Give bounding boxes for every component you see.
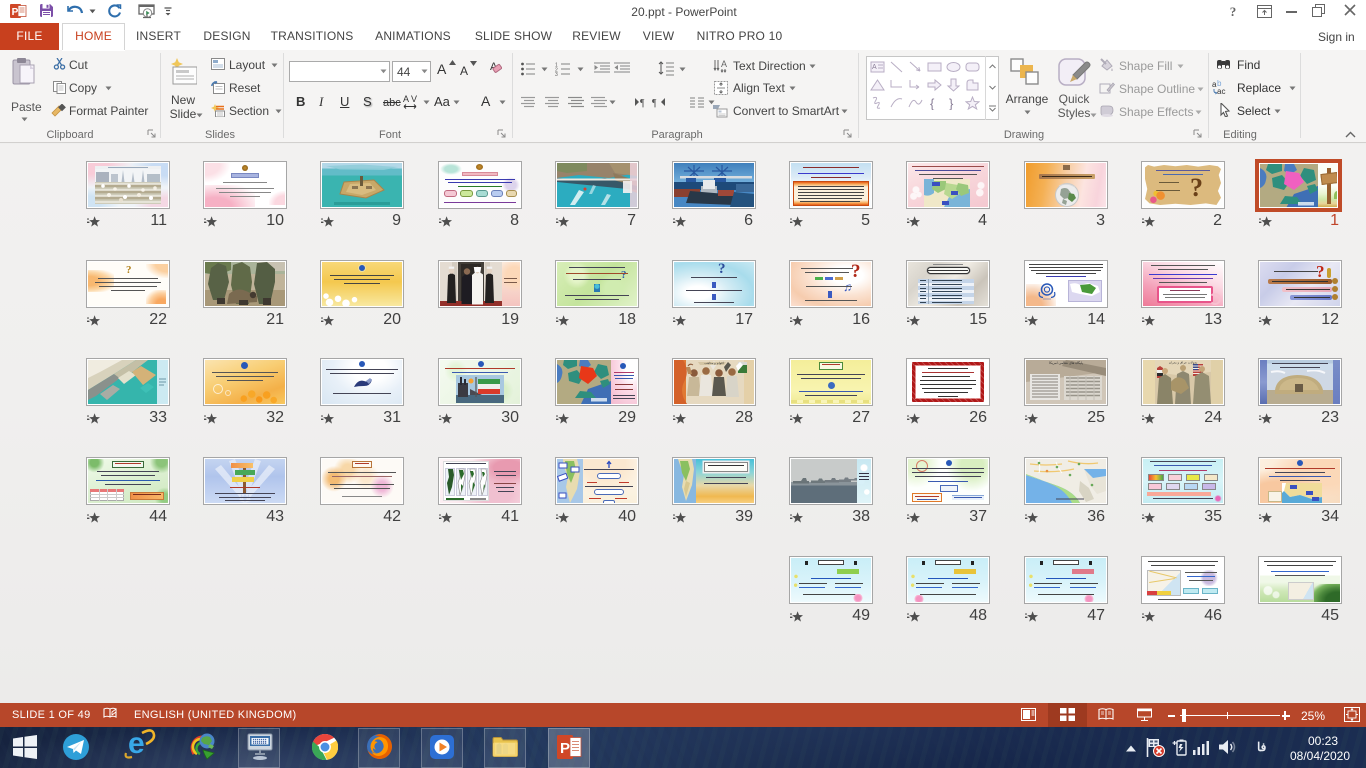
- svg-text:V: V: [411, 94, 417, 104]
- svg-text:}: }: [949, 96, 954, 110]
- svg-text:P: P: [560, 740, 570, 757]
- svg-text:پایگاه های نظامی امریکا: پایگاه های نظامی امریکا: [1049, 361, 1083, 365]
- svg-text:¶: ¶: [640, 98, 645, 108]
- svg-text:?: ?: [1230, 5, 1237, 17]
- svg-text:3: 3: [555, 72, 558, 76]
- svg-text:تحولات عراق و بحران: تحولات عراق و بحران: [1169, 361, 1198, 365]
- svg-text:{: {: [930, 96, 935, 110]
- svg-text:¶: ¶: [652, 98, 657, 108]
- svg-text:A: A: [721, 59, 727, 69]
- svg-text:A: A: [403, 94, 409, 104]
- svg-text:ac: ac: [1217, 87, 1225, 95]
- svg-text:P: P: [12, 7, 19, 18]
- svg-text:A: A: [872, 64, 877, 71]
- svg-text:اقوام و مذاهب: اقوام و مذاهب: [704, 361, 723, 365]
